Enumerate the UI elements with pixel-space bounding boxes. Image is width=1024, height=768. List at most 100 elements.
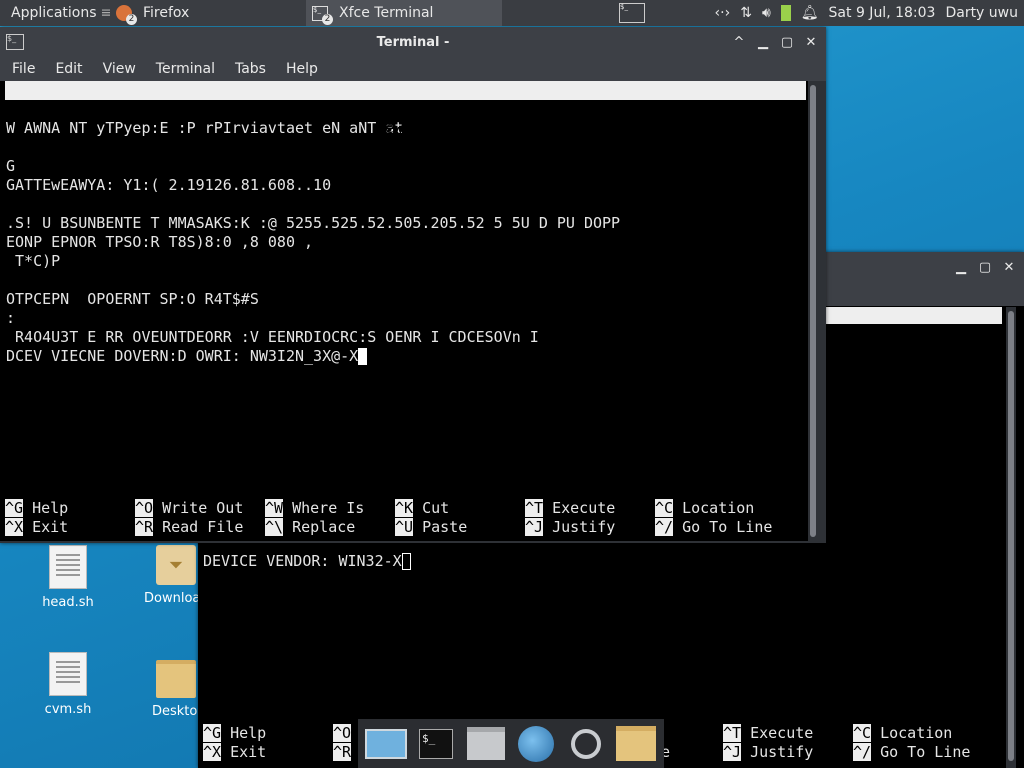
shortcut-key: ^K <box>395 499 414 517</box>
menu-tabs[interactable]: Tabs <box>227 61 274 77</box>
desktop-icon-label: head.sh <box>42 595 94 610</box>
shortcut-execute[interactable]: Execute <box>750 724 813 742</box>
shortcut-write-out[interactable]: Write Out <box>162 499 243 517</box>
shortcut-key: ^R <box>135 518 154 536</box>
text-line: .S! U BSUNBENTE T MMASAKS:K :@ 5255.525.… <box>6 214 621 232</box>
shortcut-read-file[interactable]: Read File <box>162 518 243 536</box>
nano-editor[interactable]: GNU nano 6.2 New Buffer * W AWNA NT yTPy… <box>0 81 808 541</box>
minimize-icon[interactable]: ^ <box>732 35 746 50</box>
shortcut-help[interactable]: Help <box>230 724 266 742</box>
desktop-icon-desktop[interactable]: Deskto <box>138 652 200 719</box>
text-line <box>6 271 808 290</box>
shortcut-replace[interactable]: Replace <box>292 518 355 536</box>
menu-terminal[interactable]: Terminal <box>148 61 223 77</box>
search-icon[interactable] <box>564 722 608 766</box>
shortcut-go-to-line[interactable]: Go To Line <box>880 743 970 761</box>
battery-icon[interactable] <box>780 5 791 21</box>
nano-header: GNU nano 6.2 New Buffer * <box>5 81 806 137</box>
minimize-icon[interactable]: ▁ <box>954 260 968 275</box>
shortcut-key: ^J <box>525 518 544 536</box>
applications-menu-label: Applications <box>11 5 97 21</box>
taskbar-firefox-label: Firefox <box>143 5 190 21</box>
home-folder-icon[interactable] <box>464 722 508 766</box>
shortcut-justify[interactable]: Justify <box>552 518 615 536</box>
shortcut-where-is[interactable]: Where Is <box>292 499 364 517</box>
nano-buffer-name: New Buffer * <box>376 119 485 137</box>
maximize-icon[interactable]: ▢ <box>978 260 992 275</box>
shortcut-key: ^J <box>723 743 742 761</box>
shortcut-key: ^\ <box>265 518 284 536</box>
desktop-icon-label: Downloa <box>144 591 200 606</box>
desktop-icon-label: Deskto <box>152 704 198 719</box>
maximize-icon[interactable]: ▢ <box>780 35 794 50</box>
shortcut-paste[interactable]: Paste <box>422 518 467 536</box>
scrollbar-thumb[interactable] <box>1008 311 1014 761</box>
front-window-titlebar[interactable]: $_ Terminal - ^ ▁ ▢ ✕ <box>0 27 826 57</box>
shortcut-go-to-line[interactable]: Go To Line <box>682 518 772 536</box>
text-line: EONP EPNOR TPSO:R T8S)8:0 ,8 080 , <box>6 233 314 251</box>
folder-icon[interactable] <box>614 722 658 766</box>
shortcut-key: ^W <box>265 499 284 517</box>
shell-script-icon <box>49 652 87 696</box>
workspace-thumbnail-icon: $_ <box>619 3 645 23</box>
terminal-icon[interactable]: $_ <box>414 722 458 766</box>
text-line: G <box>6 157 16 175</box>
shortcut-justify[interactable]: Justify <box>750 743 813 761</box>
dock: $_ <box>358 719 664 768</box>
back-nano-header <box>826 307 1002 324</box>
minimize-icon[interactable]: ▁ <box>756 35 770 50</box>
workspace-switcher[interactable]: $_ <box>612 0 652 26</box>
front-terminal-window[interactable]: $_ Terminal - ^ ▁ ▢ ✕ File Edit View Ter… <box>0 27 826 543</box>
menubar: File Edit View Terminal Tabs Help <box>0 57 826 81</box>
window-count-badge: 2 <box>126 13 137 25</box>
desktop-icon-head-sh[interactable]: head.sh <box>28 545 108 610</box>
taskbar-terminal-label: Xfce Terminal <box>339 5 434 21</box>
shortcut-key: ^C <box>853 724 872 742</box>
text-line: T*C)P <box>6 252 61 270</box>
shortcut-key: ^T <box>525 499 544 517</box>
back-terminal-line: DEVICE VENDOR: WIN32-X <box>203 552 402 570</box>
shortcut-key: ^G <box>5 499 24 517</box>
shortcut-execute[interactable]: Execute <box>552 499 615 517</box>
close-icon[interactable]: ✕ <box>1002 260 1016 275</box>
desktop-icon-cvm-sh[interactable]: cvm.sh <box>28 652 108 717</box>
back-window-scrollbar[interactable] <box>1006 307 1016 768</box>
applications-menu-button[interactable]: Applications ≡ <box>0 0 112 26</box>
shortcut-help[interactable]: Help <box>32 499 68 517</box>
text-line: R4O4U3T E RR OVEUNTDEORR :V EENRDIOCRC:S… <box>6 328 539 346</box>
shortcut-key: ^O <box>333 724 352 742</box>
shortcut-key: ^/ <box>655 518 674 536</box>
shortcut-exit[interactable]: Exit <box>32 518 68 536</box>
menu-help[interactable]: Help <box>278 61 326 77</box>
shortcut-location[interactable]: Location <box>682 499 754 517</box>
desktop-icon[interactable] <box>364 722 408 766</box>
close-icon[interactable]: ✕ <box>804 35 818 50</box>
menu-view[interactable]: View <box>95 61 144 77</box>
transfer-arrows-icon[interactable]: ⇅ <box>740 5 752 21</box>
text-line: : <box>6 309 16 327</box>
network-icon[interactable]: ‹·› <box>715 5 731 21</box>
clock[interactable]: Sat 9 Jul, 18:03 <box>829 5 936 21</box>
scrollbar-thumb[interactable] <box>810 85 816 537</box>
shortcut-cut[interactable]: Cut <box>422 499 449 517</box>
taskbar-terminal[interactable]: $_ 2 Xfce Terminal <box>306 0 502 26</box>
shortcut-exit[interactable]: Exit <box>230 743 266 761</box>
menu-edit[interactable]: Edit <box>47 61 90 77</box>
shortcut-key: ^O <box>135 499 154 517</box>
menu-file[interactable]: File <box>4 61 43 77</box>
taskbar-firefox[interactable]: 2 Firefox <box>110 0 306 26</box>
shortcut-key: ^G <box>203 724 222 742</box>
front-window-scrollbar[interactable] <box>808 81 818 543</box>
web-browser-icon[interactable] <box>514 722 558 766</box>
window-title: Terminal - <box>376 34 450 50</box>
nano-text-area[interactable]: W AWNA NT yTPyep:E :P rPIrviavtaet eN aN… <box>0 100 808 366</box>
volume-icon[interactable]: 🔊︎ <box>762 5 771 21</box>
desktop-icon-label: cvm.sh <box>44 702 92 717</box>
user-name[interactable]: Darty uwu <box>945 5 1018 21</box>
shell-script-icon <box>49 545 87 589</box>
desktop-icon-downloads[interactable]: ⏷ Downloa <box>138 545 200 606</box>
notification-bell-icon[interactable]: 🔔︎ <box>801 5 819 21</box>
shortcut-location[interactable]: Location <box>880 724 952 742</box>
shortcut-key: ^C <box>655 499 674 517</box>
shortcut-key: ^R <box>333 743 352 761</box>
